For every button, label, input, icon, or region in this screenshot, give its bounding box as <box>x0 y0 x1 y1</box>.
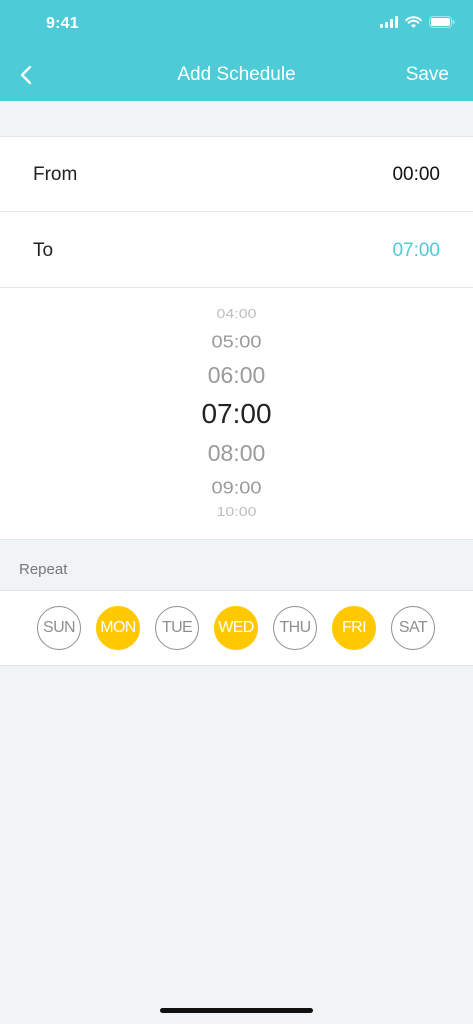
day-toggle-mon[interactable]: MON <box>96 606 140 650</box>
day-toggle-sun[interactable]: SUN <box>37 606 81 650</box>
page-title: Add Schedule <box>177 64 296 85</box>
day-toggle-sat[interactable]: SAT <box>391 606 435 650</box>
picker-option[interactable]: 10:00 <box>0 506 473 519</box>
picker-option[interactable]: 06:00 <box>0 364 473 387</box>
day-toggle-thu[interactable]: THU <box>273 606 317 650</box>
app-header: 9:41 Add Schedule Save <box>0 0 473 101</box>
schedule-time-card: From 00:00 To 07:00 04:00 05:00 06:00 07… <box>0 136 473 540</box>
day-selector: SUN MON TUE WED THU FRI SAT <box>37 606 435 650</box>
picker-option[interactable]: 09:00 <box>0 479 473 497</box>
cellular-signal-icon <box>380 16 398 28</box>
from-value: 00:00 <box>392 164 440 185</box>
from-label: From <box>33 164 78 185</box>
picker-option[interactable]: 08:00 <box>0 442 473 465</box>
battery-icon <box>429 16 455 28</box>
time-picker-wheel[interactable]: 04:00 05:00 06:00 07:00 08:00 09:00 10:0… <box>0 289 473 539</box>
home-indicator <box>160 1008 313 1013</box>
wifi-icon <box>405 16 422 28</box>
to-value: 07:00 <box>392 240 440 261</box>
picker-option[interactable]: 04:00 <box>0 308 473 321</box>
to-row[interactable]: To 07:00 <box>0 213 473 288</box>
repeat-label: Repeat <box>19 561 68 578</box>
picker-option[interactable]: 05:00 <box>0 333 473 351</box>
status-time: 9:41 <box>46 15 79 32</box>
save-button[interactable]: Save <box>406 64 449 86</box>
day-toggle-wed[interactable]: WED <box>214 606 258 650</box>
repeat-days-card: SUN MON TUE WED THU FRI SAT <box>0 590 473 666</box>
status-icons <box>380 16 455 28</box>
from-row[interactable]: From 00:00 <box>0 137 473 212</box>
picker-option-selected[interactable]: 07:00 <box>0 400 473 428</box>
day-toggle-fri[interactable]: FRI <box>332 606 376 650</box>
to-label: To <box>33 240 54 261</box>
day-toggle-tue[interactable]: TUE <box>155 606 199 650</box>
